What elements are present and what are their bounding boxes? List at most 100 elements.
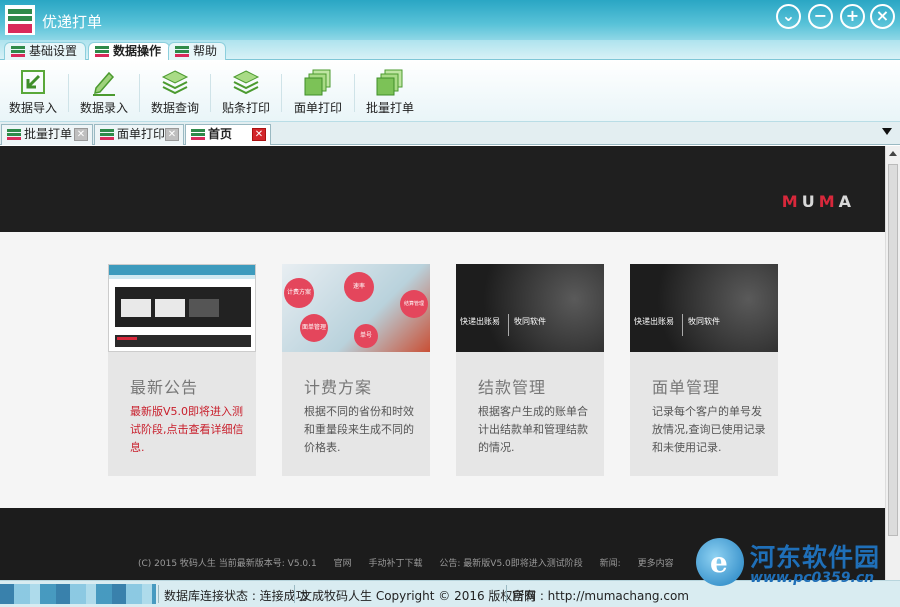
close-tab-icon[interactable]: ✕ bbox=[165, 128, 179, 141]
thumb-text: 牧同软件 bbox=[688, 317, 720, 326]
card-description: 记录每个客户的单号发放情况,查询已使用记录和未使用记录. bbox=[652, 405, 766, 454]
billing-thumbnail: 计费方案 速率 结算管理 面单管理 单号 bbox=[282, 264, 430, 352]
scroll-up-icon[interactable] bbox=[889, 151, 897, 156]
app-logo-icon bbox=[5, 5, 35, 35]
tool-label: 面单打印 bbox=[293, 101, 342, 115]
footer-copyright: (C) 2015 牧码人生 当前最新版本号: V5.0.1 bbox=[138, 559, 317, 569]
app-mini-icon bbox=[7, 129, 21, 140]
app-mini-icon bbox=[95, 46, 109, 57]
footer-more[interactable]: 更多内容 bbox=[638, 559, 674, 569]
waybill-print-button[interactable]: 面单打印 bbox=[285, 64, 351, 120]
toolbar-divider bbox=[139, 74, 140, 112]
close-button[interactable]: × bbox=[870, 4, 895, 29]
stack-icon bbox=[161, 70, 189, 95]
toolbar-divider bbox=[210, 74, 211, 112]
banner: MUMA bbox=[0, 146, 885, 232]
scrollbar-thumb[interactable] bbox=[888, 164, 898, 536]
footer-link-official[interactable]: 官网 bbox=[334, 559, 352, 569]
tool-label: 数据查询 bbox=[150, 101, 199, 115]
tool-label: 批量打单 bbox=[365, 101, 414, 115]
close-tab-icon[interactable]: ✕ bbox=[74, 128, 88, 141]
card-title: 计费方案 bbox=[304, 378, 373, 397]
bubble: 计费方案 bbox=[284, 278, 314, 308]
announcement-thumbnail bbox=[108, 264, 256, 352]
toolbar-divider bbox=[281, 74, 282, 112]
minimize-button[interactable]: − bbox=[808, 4, 833, 29]
app-mini-icon bbox=[175, 46, 189, 57]
toolbar-divider bbox=[68, 74, 69, 112]
doctab-waybill-print[interactable]: 面单打印 ✕ bbox=[94, 124, 184, 145]
settlement-thumbnail: 快递出账易 牧同软件 bbox=[456, 264, 604, 352]
db-status: 数据库连接状态 : 连接成功 bbox=[164, 589, 308, 603]
batch-print-button[interactable]: 批量打单 bbox=[357, 64, 423, 120]
toolbar-divider bbox=[354, 74, 355, 112]
tab-label: 帮助 bbox=[193, 44, 218, 58]
card-waybill-management[interactable]: 快递出账易 牧同软件 面单管理 记录每个客户的单号发放情况,查询已使用记录和未使… bbox=[630, 264, 778, 476]
thumb-text: 快递出账易 bbox=[634, 317, 674, 326]
bubble: 面单管理 bbox=[300, 314, 328, 342]
title-bar: 优递打单 ⌄ − + × bbox=[0, 0, 900, 40]
toolbar: 数据导入 数据录入 数据查询 贴条打印 面单打印 批量打单 bbox=[0, 60, 900, 122]
footer-link-patch[interactable]: 手动补丁下载 bbox=[369, 559, 423, 569]
card-billing-plan[interactable]: 计费方案 速率 结算管理 面单管理 单号 计费方案 根据不同的省份和时效和重量段… bbox=[282, 264, 430, 476]
status-divider bbox=[506, 585, 507, 603]
bubble: 单号 bbox=[354, 324, 378, 348]
card-settlement[interactable]: 快递出账易 牧同软件 结款管理 根据客户生成的账单合计出结款单和管理结款的情况. bbox=[456, 264, 604, 476]
card-description: 根据不同的省份和时效和重量段来生成不同的价格表. bbox=[304, 405, 414, 454]
footer-announcement[interactable]: 公告: 最新版V5.0即将进入测试阶段 bbox=[439, 559, 582, 569]
card-title: 最新公告 bbox=[130, 378, 199, 397]
status-progress-stripes bbox=[0, 584, 156, 604]
watermark-name: 河东软件园 bbox=[750, 543, 881, 572]
pencil-icon bbox=[93, 71, 115, 96]
footer-news: 新闻: bbox=[599, 559, 621, 569]
tab-data-operations[interactable]: 数据操作 bbox=[88, 42, 171, 60]
tool-label: 贴条打印 bbox=[221, 101, 270, 115]
tab-basic-settings[interactable]: 基础设置 bbox=[4, 42, 87, 60]
home-page: MUMA 最新公告 最新版V5.0即将进入测试阶段,点击查看详细信息. 计费方案… bbox=[0, 146, 885, 580]
tab-list-dropdown-icon[interactable] bbox=[882, 128, 892, 135]
app-mini-icon bbox=[100, 129, 114, 140]
status-website[interactable]: 官网 : http://mumachang.com bbox=[512, 587, 689, 604]
muma-logo: MUMA bbox=[781, 192, 855, 211]
thumb-text: 快递出账易 bbox=[460, 317, 500, 326]
doctab-home[interactable]: 首页 ✕ bbox=[185, 124, 271, 145]
pages-icon bbox=[304, 69, 331, 96]
tab-help[interactable]: 帮助 bbox=[168, 42, 227, 60]
stack-icon bbox=[232, 70, 260, 95]
maximize-button[interactable]: + bbox=[840, 4, 865, 29]
app-mini-icon bbox=[11, 46, 25, 57]
status-divider bbox=[158, 585, 159, 603]
status-copyright: 文成牧码人生 Copyright © 2016 版权所有 bbox=[300, 589, 537, 603]
import-icon bbox=[21, 70, 45, 94]
card-announcement[interactable]: 最新公告 最新版V5.0即将进入测试阶段,点击查看详细信息. bbox=[108, 264, 256, 476]
dropdown-window-button[interactable]: ⌄ bbox=[776, 4, 801, 29]
doctab-batch-print[interactable]: 批量打单 ✕ bbox=[1, 124, 93, 145]
tool-label: 数据录入 bbox=[79, 101, 128, 115]
watermark: e 河东软件园 www.pc0359.cn bbox=[694, 534, 900, 594]
tab-label: 数据操作 bbox=[113, 44, 162, 58]
data-entry-button[interactable]: 数据录入 bbox=[71, 64, 137, 120]
bubble: 结算管理 bbox=[400, 290, 428, 318]
card-description[interactable]: 最新版V5.0即将进入测试阶段,点击查看详细信息. bbox=[130, 403, 244, 457]
waybill-thumbnail: 快递出账易 牧同软件 bbox=[630, 264, 778, 352]
card-title: 结款管理 bbox=[478, 378, 547, 397]
status-divider bbox=[294, 585, 295, 603]
label-print-button[interactable]: 贴条打印 bbox=[213, 64, 279, 120]
vertical-scrollbar[interactable] bbox=[885, 146, 900, 580]
close-tab-icon[interactable]: ✕ bbox=[252, 128, 266, 141]
tool-label: 数据导入 bbox=[8, 101, 57, 115]
ribbon-tab-bar: 基础设置 数据操作 帮助 bbox=[0, 40, 900, 60]
footer-links: (C) 2015 牧码人生 当前最新版本号: V5.0.1 官网 手动补丁下载 … bbox=[138, 556, 688, 569]
watermark-url: www.pc0359.cn bbox=[750, 570, 875, 586]
app-mini-icon bbox=[191, 129, 205, 140]
window-title: 优递打单 bbox=[42, 13, 103, 31]
thumb-text: 牧同软件 bbox=[514, 317, 546, 326]
data-query-button[interactable]: 数据查询 bbox=[142, 64, 208, 120]
card-description: 根据客户生成的账单合计出结款单和管理结款的情况. bbox=[478, 405, 588, 454]
pages-icon bbox=[376, 69, 403, 96]
doctab-label: 面单打印 bbox=[117, 127, 166, 141]
document-tab-bar: 批量打单 ✕ 面单打印 ✕ 首页 ✕ bbox=[0, 122, 900, 145]
doctab-label: 首页 bbox=[208, 127, 233, 141]
data-import-button[interactable]: 数据导入 bbox=[0, 64, 66, 120]
doctab-label: 批量打单 bbox=[24, 127, 73, 141]
